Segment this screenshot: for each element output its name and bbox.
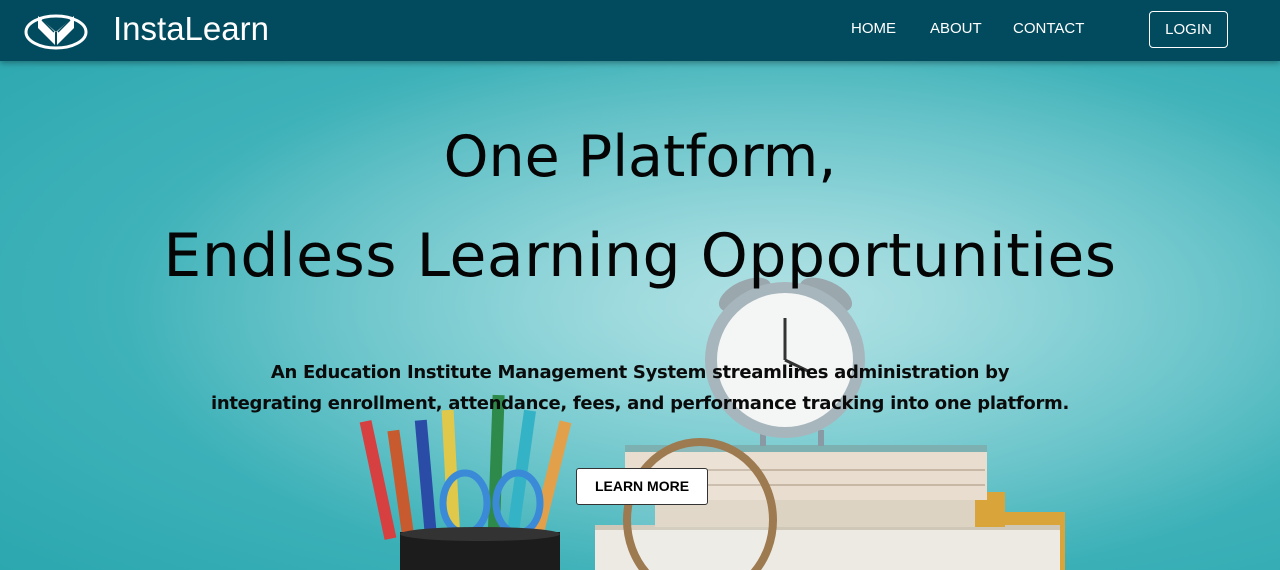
learn-more-button[interactable]: LEARN MORE — [576, 468, 708, 505]
nav-home-link[interactable]: HOME — [851, 20, 896, 38]
login-button[interactable]: LOGIN — [1149, 11, 1228, 48]
magnifier-icon — [623, 438, 777, 570]
brand-name[interactable]: InstaLearn — [113, 9, 269, 49]
hero-title-line-2: Endless Learning Opportunities — [163, 221, 1117, 291]
hero-subtitle-line-1: An Education Institute Management System… — [270, 362, 1010, 383]
hero-subtitle-line-2: integrating enrollment, attendance, fees… — [210, 393, 1070, 414]
nav-about-link[interactable]: ABOUT — [930, 20, 982, 38]
book-logo-icon[interactable] — [24, 10, 88, 52]
page: InstaLearn HOME ABOUT CONTACT LOGIN One … — [0, 0, 1280, 570]
navbar: InstaLearn HOME ABOUT CONTACT LOGIN — [0, 0, 1280, 61]
hero-title-line-1: One Platform, — [443, 124, 837, 190]
nav-contact-link[interactable]: CONTACT — [1013, 20, 1084, 38]
